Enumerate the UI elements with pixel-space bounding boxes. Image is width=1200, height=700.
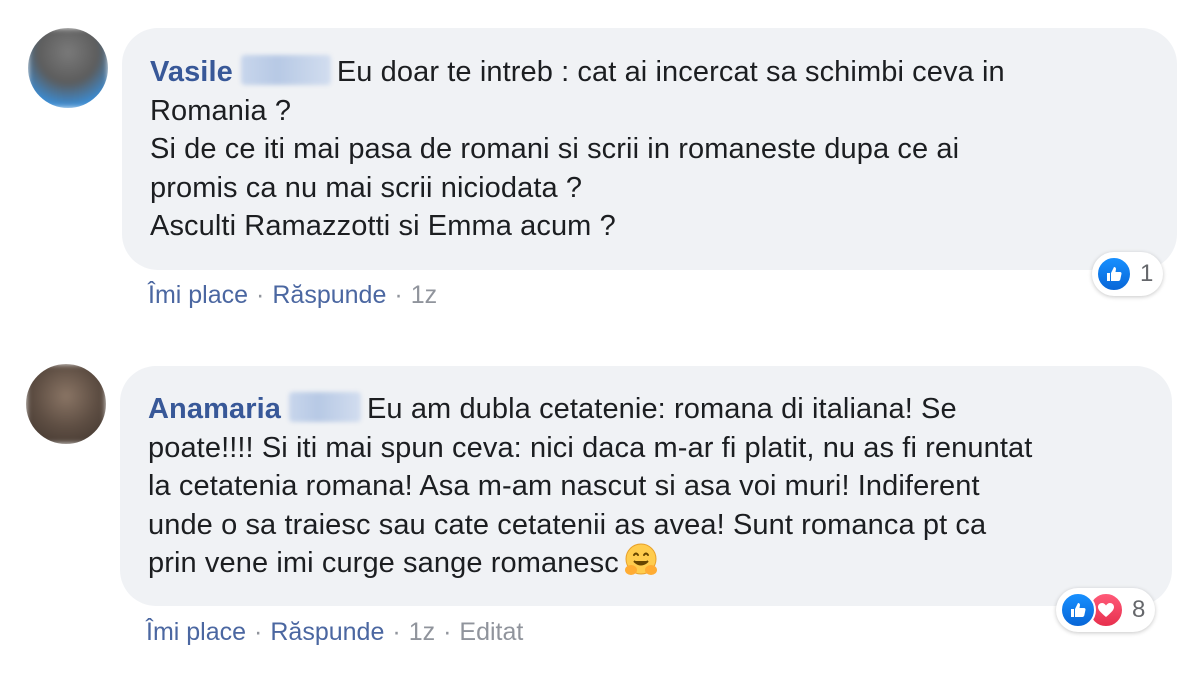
redacted-surname [240,55,331,86]
comment-timestamp[interactable]: 1z [411,281,437,309]
comment-body: Anamaria Eu am dubla cetatenie: romana di… [148,390,1144,583]
comment-text: Eu doar te intreb : cat ai incercat sa s… [336,56,1005,88]
reply-button[interactable]: Răspunde [270,618,384,646]
comment-author[interactable]: Vasile [150,56,233,88]
comment-actions: Îmi place · Răspunde · 1z · Editat [146,618,523,647]
separator: · [254,618,263,646]
comment-line-1: Vasile Eu doar te intreb : cat ai incerca… [150,53,1149,92]
comment-2: Anamaria Eu am dubla cetatenie: romana di… [0,340,1200,700]
comment-body: Vasile Eu doar te intreb : cat ai incerca… [150,53,1149,246]
comment-text: prin vene imi curge sange romanesc [148,547,619,579]
redacted-surname [288,392,361,423]
comment-1: Vasile Eu doar te intreb : cat ai incerca… [0,0,1200,340]
hugging-face-emoji [623,542,659,578]
avatar[interactable] [26,364,106,444]
avatar[interactable] [28,28,108,108]
comment-line-3: Si de ce iti mai pasa de romani si scrii… [150,133,960,165]
comment-actions: Îmi place · Răspunde · 1z [148,281,437,310]
comment-line-1: Anamaria Eu am dubla cetatenie: romana di… [148,390,1144,429]
edited-label[interactable]: Editat [459,618,523,646]
like-icon [1060,592,1096,628]
separator: · [443,618,452,646]
reply-button[interactable]: Răspunde [272,281,386,309]
comment-line-2: poate!!!! Si iti mai spun ceva: nici dac… [148,431,1033,464]
comment-timestamp[interactable]: 1z [409,618,435,646]
like-button[interactable]: Îmi place [148,281,248,309]
comment-line-4: unde o sa traiesc sau cate cetatenii as … [148,508,987,541]
comment-text: Eu am dubla cetatenie: romana di italian… [366,393,957,425]
reaction-summary[interactable]: 1 [1092,252,1164,296]
separator: · [392,618,401,646]
separator: · [394,281,403,309]
comment-bubble: Vasile Eu doar te intreb : cat ai incerca… [122,28,1177,270]
reaction-count: 8 [1132,596,1146,623]
comment-line-4: promis ca nu mai scrii niciodata ? [150,171,583,204]
reaction-summary[interactable]: 8 [1056,588,1156,632]
comment-bubble: Anamaria Eu am dubla cetatenie: romana di… [120,366,1172,606]
comment-line-3: la cetatenia romana! Asa m-am nascut si … [148,470,980,502]
comment-author[interactable]: Anamaria [148,393,281,425]
comment-line-5: Asculti Ramazzotti si Emma acum ? [150,210,616,242]
like-icon [1096,256,1132,292]
comment-line-2: Romania ? [150,94,292,127]
like-button[interactable]: Îmi place [146,618,246,646]
separator: · [256,281,265,309]
reaction-count: 1 [1140,260,1154,287]
comment-line-5: prin vene imi curge sange romanesc [148,542,1144,583]
